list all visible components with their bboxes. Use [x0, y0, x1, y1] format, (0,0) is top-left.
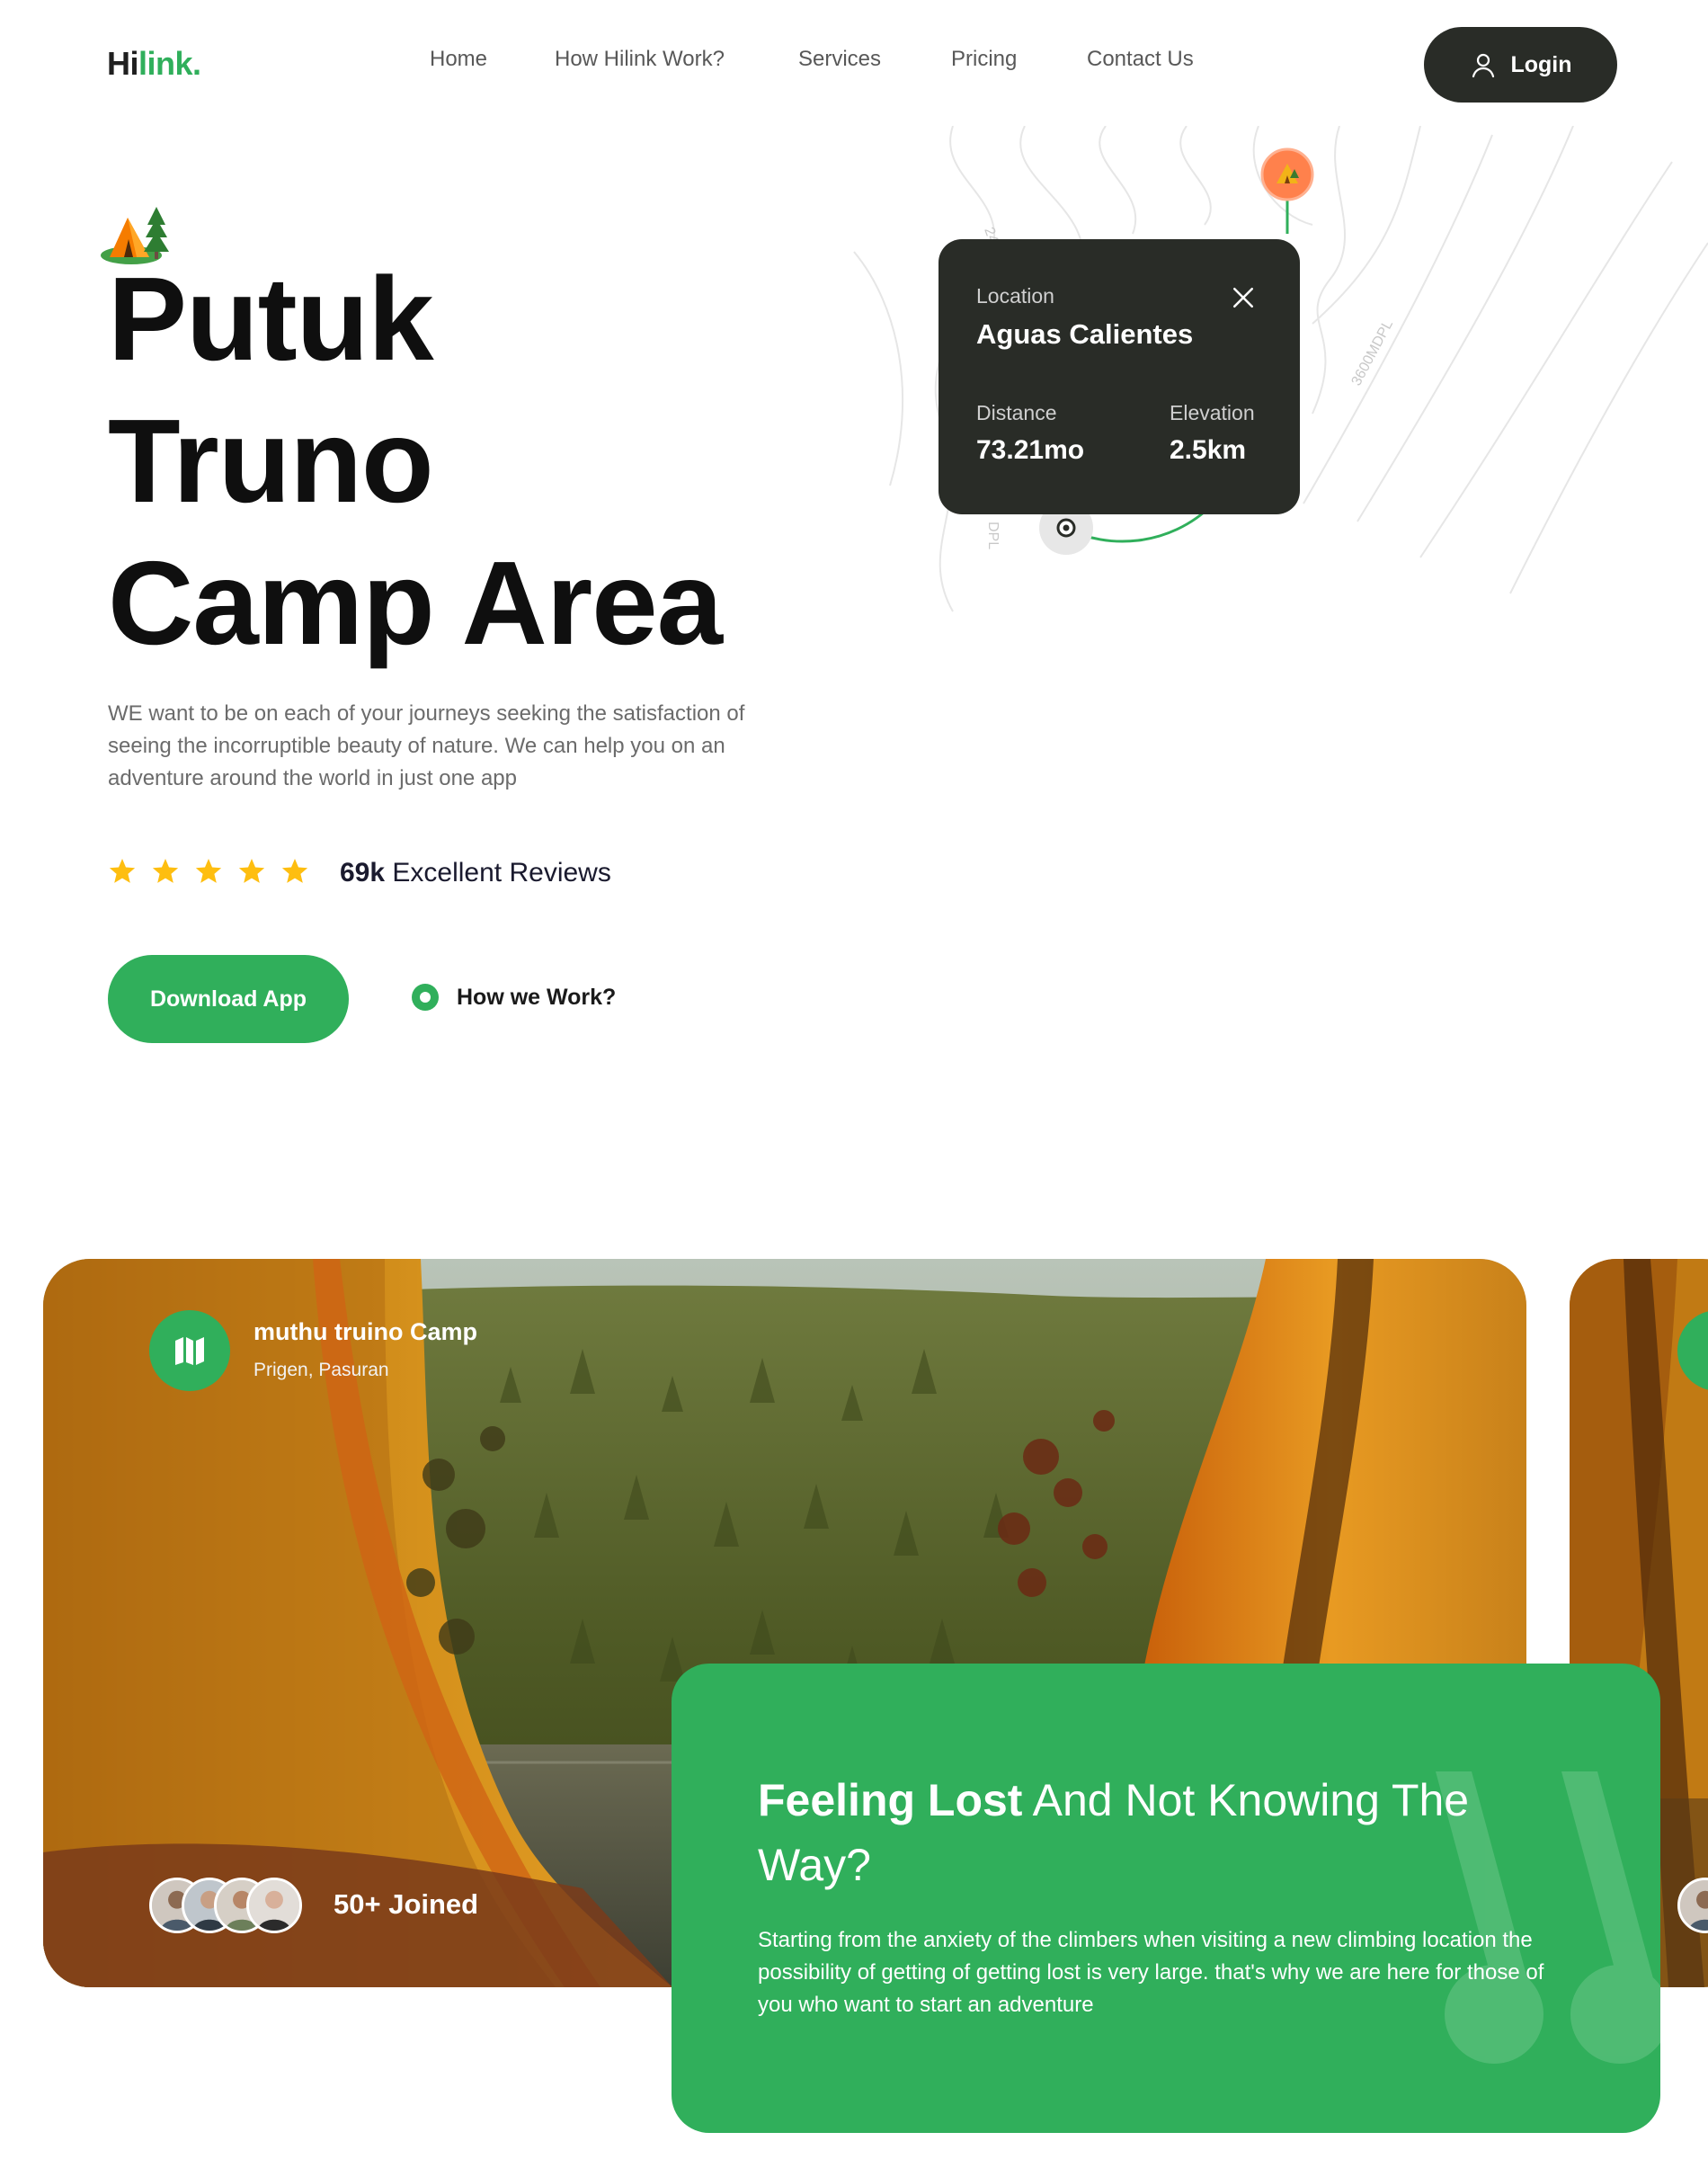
how-we-work-link[interactable]: How we Work?: [412, 984, 616, 1011]
folded-map-icon: [175, 1337, 204, 1365]
reviews-count: 69k: [340, 858, 386, 888]
joined-count: 50+ Joined: [334, 1888, 479, 1920]
star-icon: [152, 859, 179, 883]
nav-home[interactable]: Home: [430, 47, 487, 72]
hero-description: WE want to be on each of your journeys s…: [108, 701, 745, 790]
joined-avatars: [149, 1878, 311, 1933]
distance-label: Distance: [976, 401, 1057, 424]
location-label: Location: [976, 284, 1054, 308]
elevation-value: 2.5km: [1170, 435, 1247, 465]
close-icon[interactable]: [1232, 286, 1255, 309]
reviews-summary: 69k Excellent Reviews: [340, 858, 611, 888]
rating-stars: [108, 857, 309, 886]
nav-how-hilink-work[interactable]: How Hilink Work?: [555, 47, 725, 72]
star-icon: [109, 859, 136, 883]
user-icon: [1472, 53, 1495, 78]
download-app-button[interactable]: Download App: [108, 955, 349, 1043]
logo-main: Hi: [107, 45, 139, 82]
location-value: Aguas Calientes: [976, 318, 1194, 350]
avatar: [246, 1878, 302, 1933]
logo-accent: link.: [138, 45, 201, 82]
feature-heading: Feeling Lost And Not Knowing The Way?: [758, 1768, 1531, 1897]
hero-title-line-1: Putuk: [108, 253, 434, 385]
nav-contact-us[interactable]: Contact Us: [1087, 47, 1194, 72]
camp-card-title: muthu truino Camp: [254, 1318, 477, 1345]
hero-title-line-2: Truno: [108, 395, 434, 527]
nav-pricing[interactable]: Pricing: [951, 47, 1017, 72]
logo[interactable]: Hilink.: [107, 45, 201, 83]
contour-label-dpl: DPL: [985, 522, 1001, 549]
login-label: Login: [1510, 51, 1572, 77]
star-icon: [281, 859, 308, 883]
star-icon: [238, 859, 265, 883]
camp-card-location: Prigen, Pasuran: [254, 1360, 389, 1380]
location-info-card: Location Aguas Calientes Distance 73.21m…: [939, 239, 1300, 514]
map-pin-icon: [1260, 147, 1314, 201]
feature-box: Feeling Lost And Not Knowing The Way? St…: [672, 1664, 1660, 2133]
login-button[interactable]: Login: [1424, 27, 1617, 103]
star-icon: [195, 859, 222, 883]
feature-heading-bold: Feeling Lost: [758, 1775, 1023, 1825]
feature-body: Starting from the anxiety of the climber…: [758, 1928, 1544, 2017]
elevation-label: Elevation: [1170, 401, 1255, 424]
contour-label-3600mdpl: 3600MDPL: [1349, 317, 1397, 388]
hero-title: Putuk Truno Camp Area: [108, 248, 723, 674]
nav-services[interactable]: Services: [798, 47, 881, 72]
reviews-text: Excellent Reviews: [392, 858, 611, 888]
play-icon: [412, 984, 439, 1011]
camp-badge: [149, 1310, 230, 1391]
hero-title-line-3: Camp Area: [108, 537, 723, 669]
how-we-work-label: How we Work?: [457, 984, 617, 1010]
distance-value: 73.21mo: [976, 435, 1085, 465]
